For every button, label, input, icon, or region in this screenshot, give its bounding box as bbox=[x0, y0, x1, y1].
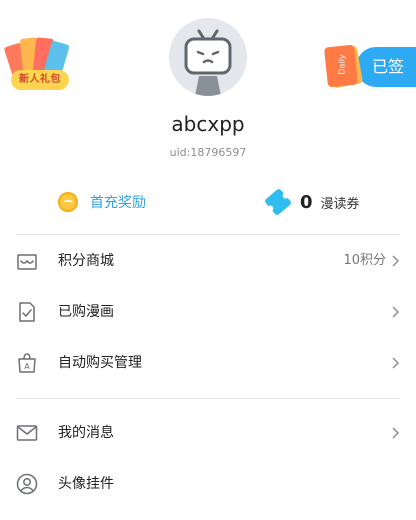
auto-buy-icon: A bbox=[16, 352, 38, 374]
divider bbox=[16, 234, 400, 235]
default-tv-avatar-icon bbox=[169, 18, 247, 96]
menu-item-avatar-pendant[interactable]: 头像挂件 bbox=[0, 459, 416, 509]
ticket-label: 漫读券 bbox=[320, 196, 360, 212]
chevron-right-icon bbox=[390, 357, 402, 369]
daily-calendar-icon: Daily bbox=[323, 44, 366, 89]
chevron-right-icon bbox=[390, 306, 402, 318]
svg-text:A: A bbox=[24, 362, 30, 371]
avatar[interactable] bbox=[169, 18, 247, 96]
menu-item-my-messages[interactable]: 我的消息 bbox=[0, 408, 416, 458]
new-user-gift-badge[interactable]: 新人礼包 bbox=[3, 37, 70, 94]
signin-status: 已签 bbox=[371, 57, 404, 76]
purchased-icon bbox=[16, 301, 38, 323]
chevron-right-icon bbox=[390, 427, 402, 439]
points-balance: 10积分 bbox=[343, 253, 386, 268]
new-user-gift-label: 新人礼包 bbox=[11, 70, 69, 90]
coin-icon bbox=[58, 192, 78, 212]
ticket-icon bbox=[263, 187, 293, 217]
menu-item-label: 我的消息 bbox=[58, 425, 114, 441]
profile-page: 新人礼包 已签 Daily abcxpp uid:18796597 首充奖励 0… bbox=[0, 0, 416, 520]
menu-item-points-mall[interactable]: 积分商城 10积分 bbox=[0, 236, 416, 286]
menu-item-auto-buy-management[interactable]: A 自动购买管理 bbox=[0, 338, 416, 388]
mail-icon bbox=[16, 422, 38, 444]
user-id: uid:18796597 bbox=[169, 146, 247, 159]
avatar-pendant-icon bbox=[16, 473, 38, 495]
menu-item-label: 自动购买管理 bbox=[58, 355, 142, 371]
daily-signin-button[interactable]: 已签 Daily bbox=[320, 44, 416, 89]
daily-label: Daily bbox=[337, 54, 347, 75]
first-recharge-label: 首充奖励 bbox=[90, 195, 146, 211]
first-recharge-reward[interactable]: 首充奖励 bbox=[58, 191, 146, 213]
ticket-count: 0 bbox=[300, 191, 313, 213]
shop-icon bbox=[16, 250, 38, 272]
menu-item-label: 头像挂件 bbox=[58, 476, 114, 492]
menu-item-label: 积分商城 bbox=[58, 253, 114, 269]
divider bbox=[16, 398, 400, 399]
username: abcxpp bbox=[171, 112, 245, 136]
reading-ticket-stat[interactable]: 0 漫读券 bbox=[263, 187, 360, 217]
stats-bar: 首充奖励 0 漫读券 bbox=[0, 182, 416, 222]
menu-item-label: 已购漫画 bbox=[58, 304, 114, 320]
menu-item-purchased-comics[interactable]: 已购漫画 bbox=[0, 287, 416, 337]
chevron-right-icon bbox=[390, 255, 402, 267]
